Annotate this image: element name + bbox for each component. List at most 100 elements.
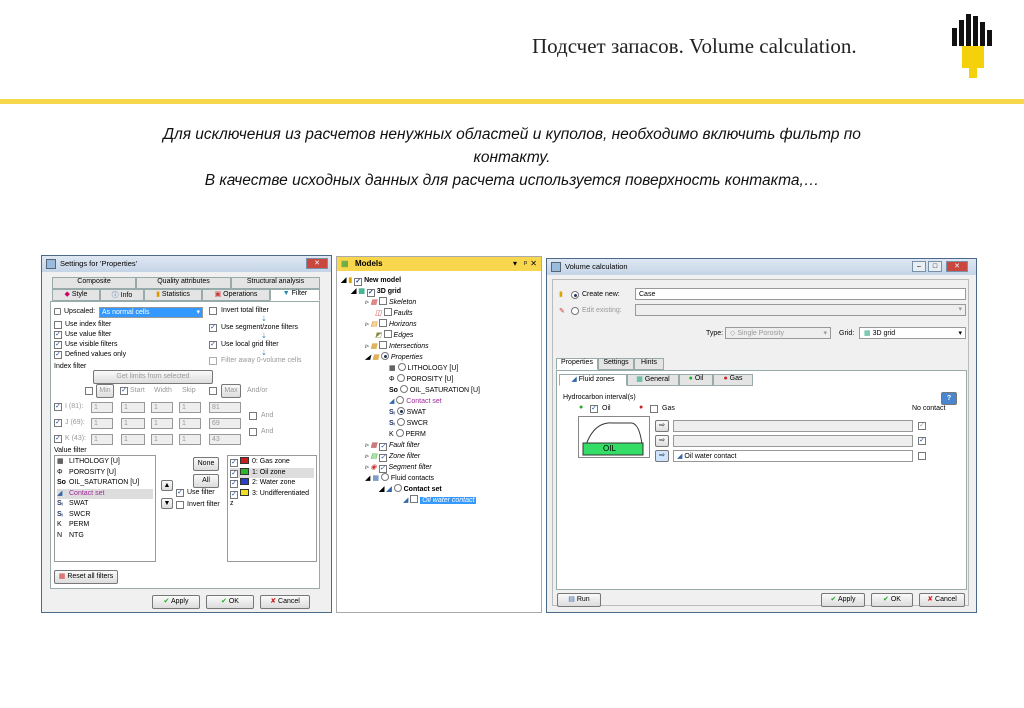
tree-radio[interactable] — [380, 473, 389, 481]
row-k-checkbox[interactable]: ✓ — [54, 435, 62, 443]
row-j-start[interactable]: 1 — [121, 418, 145, 429]
tree-porosity[interactable]: Φ POROSITY [U] — [389, 374, 453, 385]
edit-existing-radio[interactable] — [571, 307, 579, 315]
subtab-oil[interactable]: ● Oil — [679, 374, 713, 386]
contact-arrow-button-2[interactable]: ⇨ — [655, 435, 669, 447]
row-i-max[interactable]: 81 — [209, 402, 241, 413]
tree-checkbox[interactable] — [379, 319, 388, 327]
list-item[interactable]: ✓ 2: Water zone — [230, 478, 314, 489]
tree-horizons[interactable]: ▹ ▤ Horizons — [365, 319, 417, 330]
tree-radio[interactable] — [393, 484, 402, 492]
row-j-and-checkbox[interactable] — [249, 412, 257, 420]
row-i-min[interactable]: 1 — [91, 402, 113, 413]
row-j-max[interactable]: 69 — [209, 418, 241, 429]
gas-checkbox[interactable] — [650, 405, 658, 413]
tab-style[interactable]: ◆ Style — [52, 289, 100, 301]
tree-checkbox[interactable]: ✓ — [366, 289, 375, 297]
apply-button[interactable]: ✔ Apply — [152, 595, 200, 609]
tree-3d-grid[interactable]: ◢ ▦ ✓ 3D grid — [351, 286, 401, 297]
tab-quality-attributes[interactable]: Quality attributes — [136, 277, 231, 289]
row-k-min[interactable]: 1 — [91, 434, 113, 445]
list-item[interactable]: Sᵢ SWCR — [57, 510, 153, 521]
tree-contact-set-prop[interactable]: ◢ Contact set — [389, 396, 442, 407]
zone-checkbox[interactable]: ✓ — [230, 469, 238, 478]
zone-checkbox[interactable]: ✓ — [230, 459, 238, 467]
create-new-input[interactable]: Case — [635, 288, 966, 300]
tab-info[interactable]: ⓘ Info — [100, 289, 144, 301]
zone-checkbox[interactable]: ✓ — [230, 490, 238, 499]
row-k-and-checkbox[interactable] — [249, 428, 257, 436]
property-list[interactable]: ▦ LITHOLOGY [U] Φ POROSITY [U] So OIL_SATUR… — [54, 455, 156, 562]
use-filter-checkbox[interactable]: ✓ — [176, 489, 184, 497]
tree-checkbox[interactable] — [383, 308, 392, 316]
row-k-max[interactable]: 43 — [209, 434, 241, 445]
close-icon[interactable]: ✕ — [946, 261, 968, 272]
row-j-width[interactable]: 1 — [151, 418, 173, 429]
list-item[interactable]: K PERM — [57, 520, 153, 531]
use-index-filter-checkbox[interactable] — [54, 321, 62, 329]
use-value-filter-checkbox[interactable]: ✓ — [54, 331, 62, 339]
use-visible-filters-checkbox[interactable]: ✓ — [54, 341, 62, 349]
row-i-skip[interactable]: 1 — [179, 402, 201, 413]
list-item[interactable]: ▦ LITHOLOGY [U] — [57, 457, 153, 468]
list-item[interactable]: Φ POROSITY [U] — [57, 468, 153, 479]
tree-faults[interactable]: ◫ Faults — [375, 308, 413, 319]
tree-checkbox[interactable]: ✓ — [379, 454, 388, 462]
list-item[interactable]: ✓ 3: Undifferentiated z — [230, 488, 314, 510]
edit-existing-select[interactable]: ▾ — [635, 304, 966, 316]
upscaled-select[interactable]: As normal cells ▾ — [99, 307, 203, 318]
tree-zone-filter[interactable]: ▹ ▤ ✓ Zone filter — [365, 451, 420, 462]
pin-icon[interactable]: ᵖ — [524, 257, 527, 271]
list-item[interactable]: Sᵢ SWAT — [57, 499, 153, 510]
use-local-grid-checkbox[interactable]: ✓ — [209, 341, 217, 349]
no-contact-checkbox-3[interactable] — [918, 452, 926, 460]
filter-zero-volume-checkbox[interactable] — [209, 357, 217, 365]
minimize-icon[interactable]: – — [912, 261, 926, 272]
list-item[interactable]: ✓ 1: Oil zone — [230, 467, 314, 478]
row-i-checkbox[interactable]: ✓ — [54, 403, 62, 411]
tree-perm[interactable]: K PERM — [389, 429, 426, 440]
list-item[interactable]: So OIL_SATURATION [U] — [57, 478, 153, 489]
tree-checkbox[interactable] — [410, 495, 419, 503]
tab-properties[interactable]: Properties — [556, 358, 598, 370]
move-up-button[interactable]: ▲ — [161, 480, 173, 491]
list-item[interactable]: ✓ 0: Gas zone — [230, 457, 314, 468]
tree-checkbox[interactable]: ✓ — [354, 278, 363, 286]
move-down-button[interactable]: ▼ — [161, 498, 173, 509]
tree-radio[interactable] — [396, 418, 405, 426]
contact-arrow-button-1[interactable]: ⇨ — [655, 420, 669, 432]
tree-fault-filter[interactable]: ▹ ▦ ✓ Fault filter — [365, 440, 420, 451]
ok-button[interactable]: ✔ OK — [206, 595, 254, 609]
grid-select[interactable]: ▦ 3D grid ▾ — [859, 327, 966, 339]
tree-contact-set[interactable]: ◢ ◢ Contact set — [379, 484, 442, 495]
row-i-width[interactable]: 1 — [151, 402, 173, 413]
none-button[interactable]: None — [193, 457, 219, 471]
tree-checkbox[interactable] — [379, 341, 388, 349]
tree-radio[interactable] — [397, 363, 406, 371]
tab-composite[interactable]: Composite — [52, 277, 136, 289]
subtab-fluid-zones[interactable]: ◢ Fluid zones — [559, 374, 627, 386]
tab-structural-analysis[interactable]: Structural analysis — [231, 277, 320, 289]
tree-new-model[interactable]: ◢ ▮ ✓ New model — [341, 275, 401, 286]
row-k-skip[interactable]: 1 — [179, 434, 201, 445]
use-segment-zone-checkbox[interactable]: ✓ — [209, 324, 217, 332]
tree-swcr[interactable]: Sᵢ SWCR — [389, 418, 428, 429]
zone-checkbox[interactable]: ✓ — [230, 480, 238, 488]
tree-skeleton[interactable]: ▹ ▦ Skeleton — [365, 297, 416, 308]
create-new-radio[interactable] — [571, 291, 579, 299]
close-icon[interactable]: ✕ — [530, 257, 537, 271]
ok-button[interactable]: ✔ OK — [871, 593, 913, 607]
row-k-start[interactable]: 1 — [121, 434, 145, 445]
invert-filter-checkbox[interactable] — [176, 501, 184, 509]
cancel-button[interactable]: ✘ Cancel — [260, 595, 310, 609]
subtab-general[interactable]: ▦ General — [627, 374, 679, 386]
all-button[interactable]: All — [193, 474, 219, 488]
tab-hints[interactable]: Hints — [634, 358, 664, 370]
zone-list[interactable]: ✓ 0: Gas zone ✓ 1: Oil zone ✓ 2: Water zone… — [227, 455, 317, 562]
min-checkbox[interactable] — [85, 387, 93, 395]
row-j-checkbox[interactable]: ✓ — [54, 419, 62, 427]
tree-radio[interactable] — [396, 374, 405, 382]
no-contact-checkbox-1[interactable]: ✓ — [918, 422, 926, 430]
close-icon[interactable]: ✕ — [306, 258, 328, 269]
list-item[interactable]: N NTG — [57, 531, 153, 542]
